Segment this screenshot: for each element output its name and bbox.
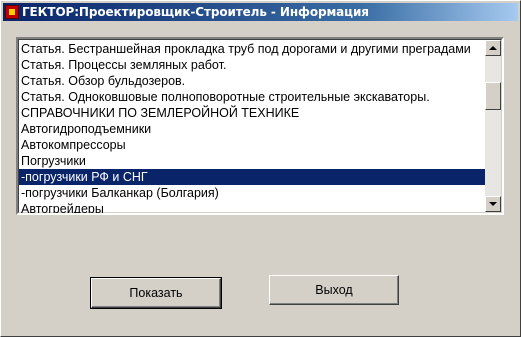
arrow-down-icon: [489, 202, 497, 206]
title-bar[interactable]: ГЕКТОР:Проектировщик-Строитель - Информа…: [3, 3, 518, 21]
show-button[interactable]: Показать: [90, 277, 222, 309]
exit-button-label: Выход: [315, 283, 353, 297]
list-item[interactable]: -погрузчики Балканкар (Болгария): [19, 185, 487, 201]
list-item[interactable]: Статья. Одноковшовые полноповоротные стр…: [19, 89, 487, 105]
arrow-up-icon: [489, 46, 497, 50]
list-item[interactable]: Автокомпрессоры: [19, 137, 487, 153]
list-item[interactable]: Погрузчики: [19, 153, 487, 169]
vertical-scrollbar[interactable]: [485, 40, 501, 212]
list-item[interactable]: Статья. Процессы земляных работ.: [19, 57, 487, 73]
window-title: ГЕКТОР:Проектировщик-Строитель - Информа…: [22, 5, 369, 19]
list-item[interactable]: Автогрейдеры: [19, 201, 487, 213]
app-icon: [5, 5, 19, 19]
exit-button[interactable]: Выход: [269, 275, 399, 305]
list-item[interactable]: Статья. Бестраншейная прокладка труб под…: [19, 41, 487, 57]
show-button-label: Показать: [129, 286, 183, 300]
articles-listbox[interactable]: Статья. Бестраншейная прокладка труб под…: [16, 37, 504, 215]
list-item[interactable]: СПРАВОЧНИКИ ПО ЗЕМЛЕРОЙНОЙ ТЕХНИКЕ: [19, 105, 487, 121]
scroll-down-button[interactable]: [485, 196, 501, 212]
list-item[interactable]: Статья. Обзор бульдозеров.: [19, 73, 487, 89]
list-items: Статья. Бестраншейная прокладка труб под…: [19, 41, 487, 213]
list-item-selected[interactable]: -погрузчики РФ и СНГ: [19, 169, 487, 185]
scroll-up-button[interactable]: [485, 40, 501, 56]
info-window: ГЕКТОР:Проектировщик-Строитель - Информа…: [0, 0, 521, 337]
scroll-thumb[interactable]: [485, 82, 501, 110]
list-item[interactable]: Автогидроподъемники: [19, 121, 487, 137]
